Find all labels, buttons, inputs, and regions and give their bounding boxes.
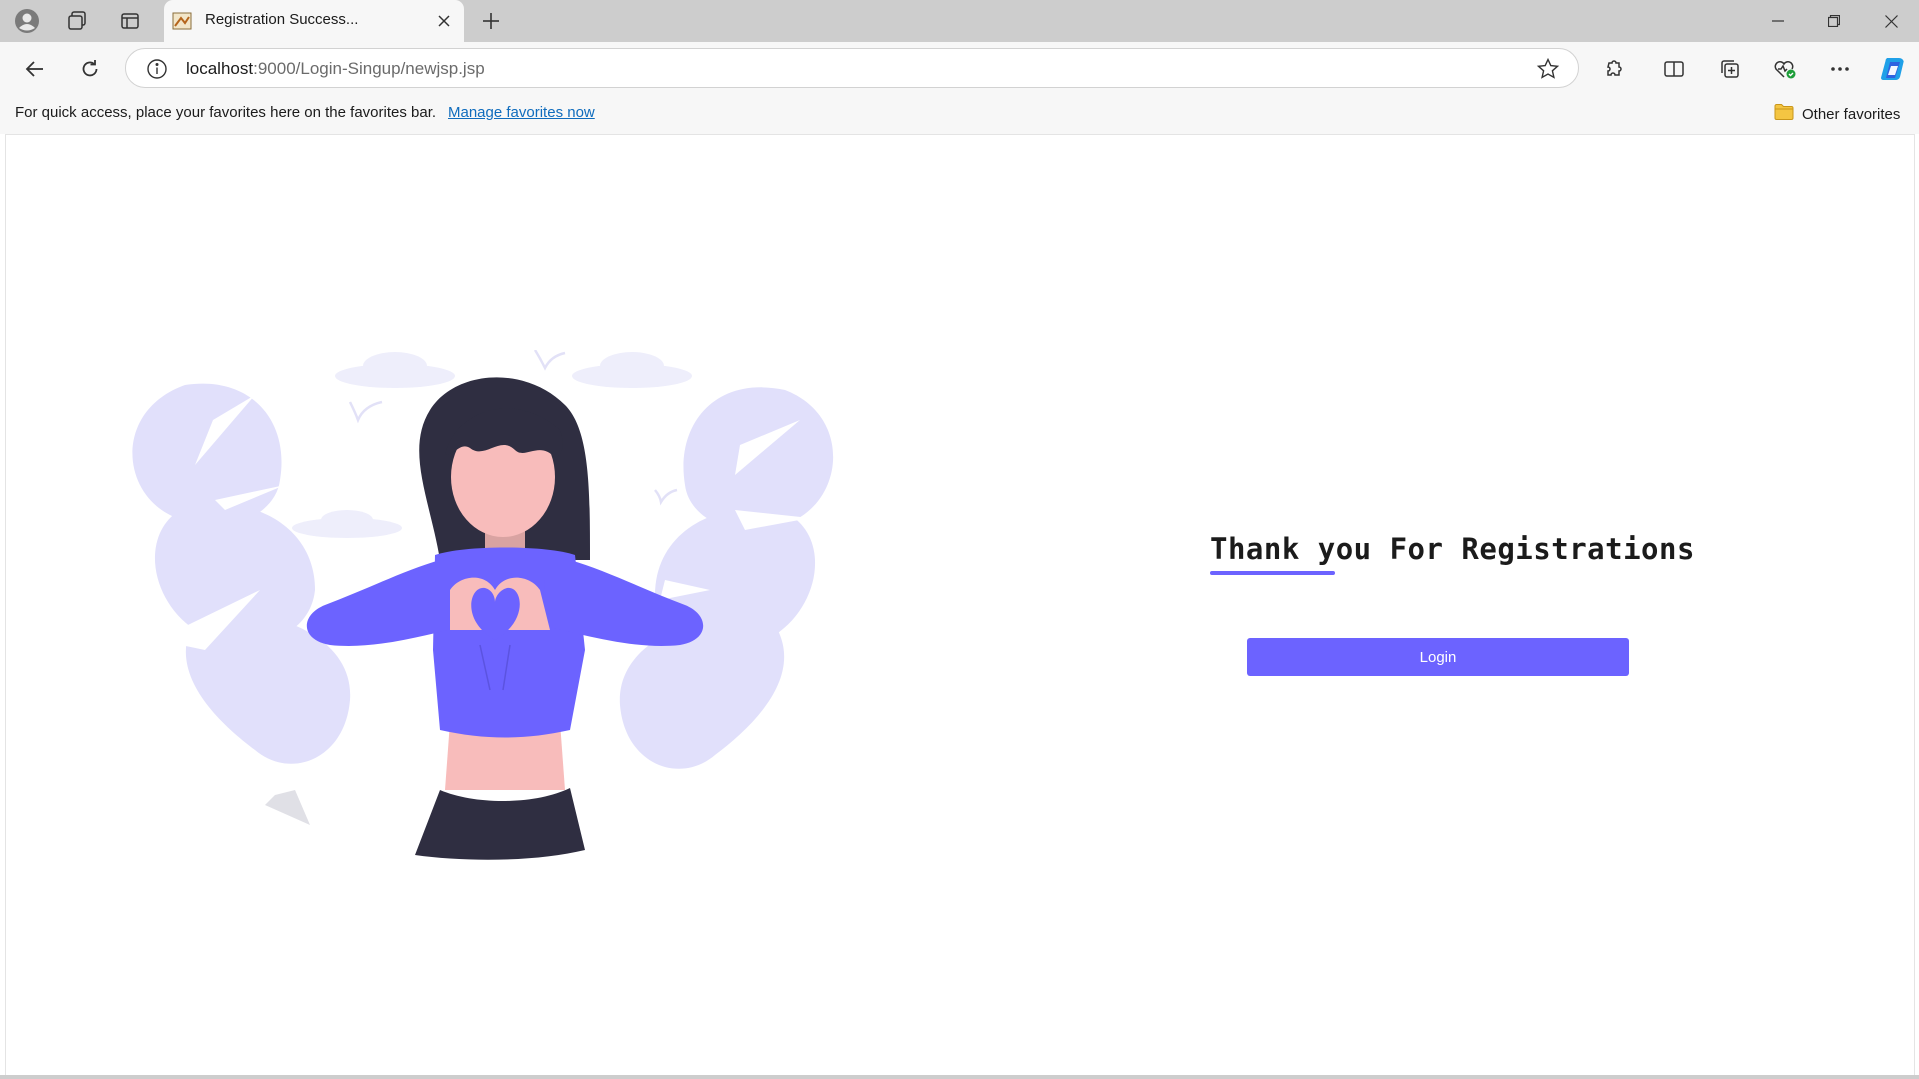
url-text[interactable]: localhost:9000/Login-Singup/newjsp.jsp xyxy=(186,59,485,79)
tab-title: Registration Success... xyxy=(205,11,359,28)
new-tab-icon[interactable] xyxy=(476,6,506,36)
other-favorites-label: Other favorites xyxy=(1802,105,1901,123)
browser-toolbar: localhost:9000/Login-Singup/newjsp.jsp xyxy=(0,42,1919,94)
split-screen-icon[interactable] xyxy=(1657,52,1691,86)
folder-icon xyxy=(1774,103,1794,125)
close-window-icon[interactable] xyxy=(1863,0,1919,42)
other-favorites-button[interactable]: Other favorites xyxy=(1774,102,1900,126)
url-host: localhost xyxy=(186,59,254,78)
login-button[interactable]: Login xyxy=(1247,638,1629,676)
address-bar[interactable]: localhost:9000/Login-Singup/newjsp.jsp xyxy=(125,48,1579,88)
profile-icon[interactable] xyxy=(12,6,42,36)
window-bottom-edge xyxy=(0,1075,1919,1079)
more-menu-icon[interactable] xyxy=(1823,52,1857,86)
site-info-icon[interactable] xyxy=(146,58,168,80)
browser-essentials-icon[interactable] xyxy=(1768,52,1802,86)
copilot-icon[interactable] xyxy=(1876,52,1910,86)
minimize-icon[interactable] xyxy=(1750,0,1806,42)
favorite-star-icon[interactable] xyxy=(1536,57,1560,81)
tab-strip: Registration Success... xyxy=(0,0,1919,42)
collections-icon[interactable] xyxy=(1713,52,1747,86)
thank-you-heading: Thank you For Registrations xyxy=(1210,532,1695,566)
favorites-hint: For quick access, place your favorites h… xyxy=(15,104,437,121)
restore-icon[interactable] xyxy=(1806,0,1862,42)
vertical-tabs-icon[interactable] xyxy=(115,6,145,36)
workspaces-icon[interactable] xyxy=(62,6,92,36)
extensions-icon[interactable] xyxy=(1597,52,1631,86)
heading-underline xyxy=(1210,571,1335,575)
refresh-icon[interactable] xyxy=(73,52,107,86)
back-icon[interactable] xyxy=(18,52,52,86)
url-path: :9000/Login-Singup/newjsp.jsp xyxy=(253,59,485,78)
heart-hands-illustration xyxy=(132,350,834,860)
close-tab-icon[interactable] xyxy=(432,9,456,33)
favorites-bar: For quick access, place your favorites h… xyxy=(0,94,1919,134)
manage-favorites-link[interactable]: Manage favorites now xyxy=(448,104,595,121)
favicon-icon xyxy=(172,12,192,30)
